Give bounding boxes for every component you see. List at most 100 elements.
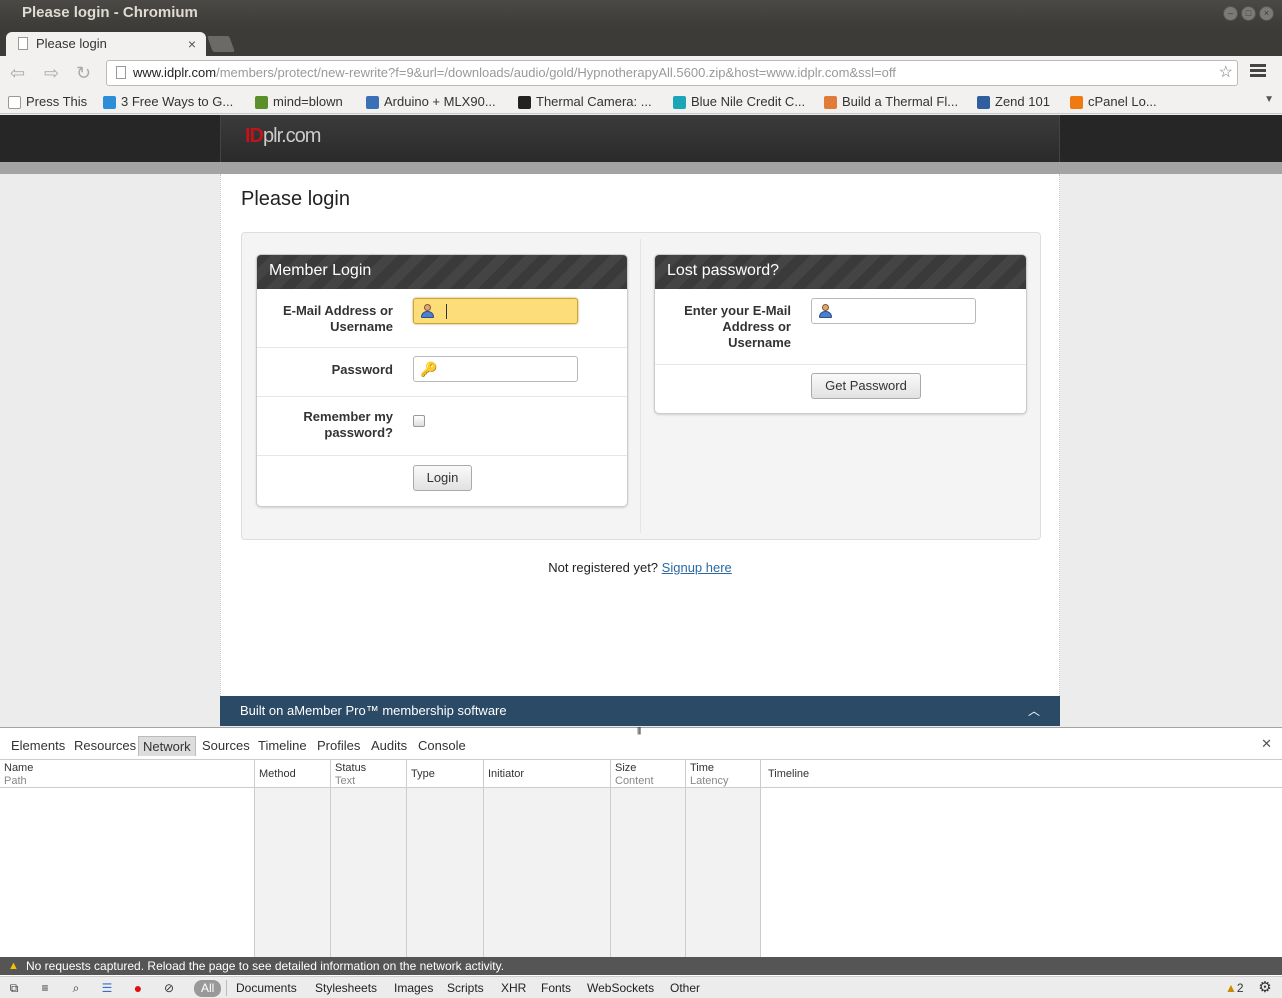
user-icon: [819, 304, 832, 318]
bookmark-item[interactable]: Build a Thermal Fl...: [824, 93, 958, 111]
filter-other[interactable]: Other: [670, 980, 700, 997]
tab-close-icon[interactable]: ×: [188, 32, 196, 56]
network-table: Name Path Method Status Text Type Initiato…: [0, 759, 1282, 958]
window-title: Please login - Chromium: [0, 0, 1282, 28]
devtools-bottom-bar: ⧉ ≡ ⌕ ☰ ● ⊘ All Documents Stylesheets Im…: [0, 976, 1282, 998]
panel-heading: Member Login: [257, 255, 627, 289]
tab-timeline[interactable]: Timeline: [254, 736, 311, 756]
new-tab-button[interactable]: [207, 36, 235, 52]
gear-icon[interactable]: ⚙: [1256, 980, 1274, 996]
tab-elements[interactable]: Elements: [7, 736, 69, 756]
close-icon[interactable]: ×: [1259, 6, 1274, 21]
cube-icon: [366, 96, 379, 109]
site-icon: [518, 96, 531, 109]
password-row: Password 🔑: [257, 348, 627, 397]
filter-images[interactable]: Images: [394, 980, 433, 997]
devtools-panel: ||| Elements Resources Network Sources T…: [0, 726, 1282, 998]
email-field[interactable]: [413, 298, 578, 324]
devtools-tabs: Elements Resources Network Sources Timel…: [0, 736, 1282, 756]
remember-row: Remember my password?: [257, 397, 627, 456]
email-row: E-Mail Address or Username: [257, 289, 627, 348]
lost-password-panel: Lost password? Enter your E-Mail Address…: [654, 254, 1027, 414]
remember-checkbox[interactable]: [413, 415, 425, 427]
tab-sources[interactable]: Sources: [198, 736, 254, 756]
bookmark-item[interactable]: Press This: [8, 93, 87, 111]
tab-console[interactable]: Console: [414, 736, 470, 756]
close-icon[interactable]: ✕: [1261, 736, 1272, 752]
remember-label: Remember my password?: [303, 409, 393, 440]
get-password-button[interactable]: Get Password: [811, 373, 921, 399]
bookmark-star-icon[interactable]: ☆: [1219, 61, 1233, 85]
email-label: E-Mail Address or Username: [282, 303, 393, 334]
bookmark-label: Press This: [26, 94, 88, 109]
tab-network[interactable]: Network: [138, 736, 196, 756]
site-logo[interactable]: IDplr.com: [245, 125, 321, 148]
console-drawer-icon[interactable]: ≡: [36, 980, 54, 996]
bookmark-label: Blue Nile Credit C...: [691, 94, 806, 109]
browser-toolbar: ⇦ ⇨ ↻ www.idplr.com/members/protect/new-…: [0, 56, 1282, 90]
filter-documents[interactable]: Documents: [236, 980, 297, 997]
filter-all[interactable]: All: [194, 980, 222, 997]
back-icon[interactable]: ⇦: [10, 63, 25, 84]
chevron-up-icon[interactable]: ︿: [1028, 696, 1040, 726]
bookmark-item[interactable]: Arduino + MLX90...: [366, 93, 496, 111]
search-icon[interactable]: ⌕: [67, 980, 85, 996]
page-icon: [18, 37, 28, 50]
resize-handle[interactable]: |||: [637, 726, 641, 735]
forward-icon[interactable]: ⇨: [44, 63, 59, 84]
warning-counter[interactable]: ▲2: [1225, 980, 1244, 997]
bookmark-label: Zend 101: [995, 94, 1050, 109]
bookmark-item[interactable]: 3 Free Ways to G...: [103, 93, 233, 111]
bookmark-item[interactable]: cPanel Lo...: [1070, 93, 1157, 111]
browser-tab[interactable]: Please login ×: [6, 32, 206, 56]
page-title: Please login: [241, 188, 350, 210]
password-field[interactable]: 🔑: [413, 356, 578, 382]
site-footer: Built on aMember Pro™ membership softwar…: [220, 696, 1060, 726]
filter-stylesheets[interactable]: Stylesheets: [315, 980, 377, 997]
filter-scripts[interactable]: Scripts: [447, 980, 484, 997]
member-login-panel: Member Login E-Mail Address or Username …: [256, 254, 628, 507]
signup-link[interactable]: Signup here: [662, 560, 732, 575]
bookmark-item[interactable]: Zend 101: [977, 93, 1050, 111]
reload-icon[interactable]: ↻: [76, 63, 91, 84]
bookmark-label: 3 Free Ways to G...: [121, 94, 234, 109]
record-icon[interactable]: ●: [129, 980, 147, 996]
signup-prompt: Not registered yet? Signup here: [548, 560, 732, 575]
filter-fonts[interactable]: Fonts: [541, 980, 571, 997]
status-bar: ▲ No requests captured. Reload the page …: [0, 957, 1282, 975]
tab-resources[interactable]: Resources: [70, 736, 140, 756]
site-icon: [255, 96, 268, 109]
lost-email-field[interactable]: [811, 298, 976, 324]
column-timeline: Timeline: [761, 760, 1282, 958]
tab-profiles[interactable]: Profiles: [313, 736, 364, 756]
maximize-icon[interactable]: □: [1241, 6, 1256, 21]
column-status: Status Text: [331, 760, 407, 958]
tab-strip: Please login ×: [0, 28, 1282, 56]
chevron-down-icon[interactable]: ▼: [1264, 94, 1274, 105]
site-icon: [977, 96, 990, 109]
bookmark-item[interactable]: Thermal Camera: ...: [518, 93, 652, 111]
bookmark-item[interactable]: mind=blown: [255, 93, 343, 111]
page-icon: [116, 66, 126, 79]
window-controls: – □ ×: [1223, 6, 1274, 21]
filter-websockets[interactable]: WebSockets: [587, 980, 654, 997]
column-size: Size Content: [611, 760, 686, 958]
menu-icon[interactable]: [1250, 64, 1266, 79]
bookmark-label: cPanel Lo...: [1088, 94, 1157, 109]
dock-icon[interactable]: ⧉: [5, 980, 23, 996]
bookmark-label: Thermal Camera: ...: [536, 94, 652, 109]
list-view-icon[interactable]: ☰: [98, 980, 116, 996]
key-icon: 🔑: [420, 361, 438, 377]
tab-audits[interactable]: Audits: [367, 736, 411, 756]
minimize-icon[interactable]: –: [1223, 6, 1238, 21]
clear-icon[interactable]: ⊘: [160, 980, 178, 996]
tab-title: Please login: [36, 36, 107, 51]
address-bar[interactable]: www.idplr.com/members/protect/new-rewrit…: [106, 60, 1238, 86]
bookmark-item[interactable]: Blue Nile Credit C...: [673, 93, 805, 111]
column-initiator: Initiator: [484, 760, 611, 958]
bookmark-label: mind=blown: [273, 94, 343, 109]
filter-xhr[interactable]: XHR: [501, 980, 526, 997]
user-icon: [421, 304, 434, 318]
login-container: Member Login E-Mail Address or Username …: [241, 232, 1041, 540]
login-button[interactable]: Login: [413, 465, 472, 491]
